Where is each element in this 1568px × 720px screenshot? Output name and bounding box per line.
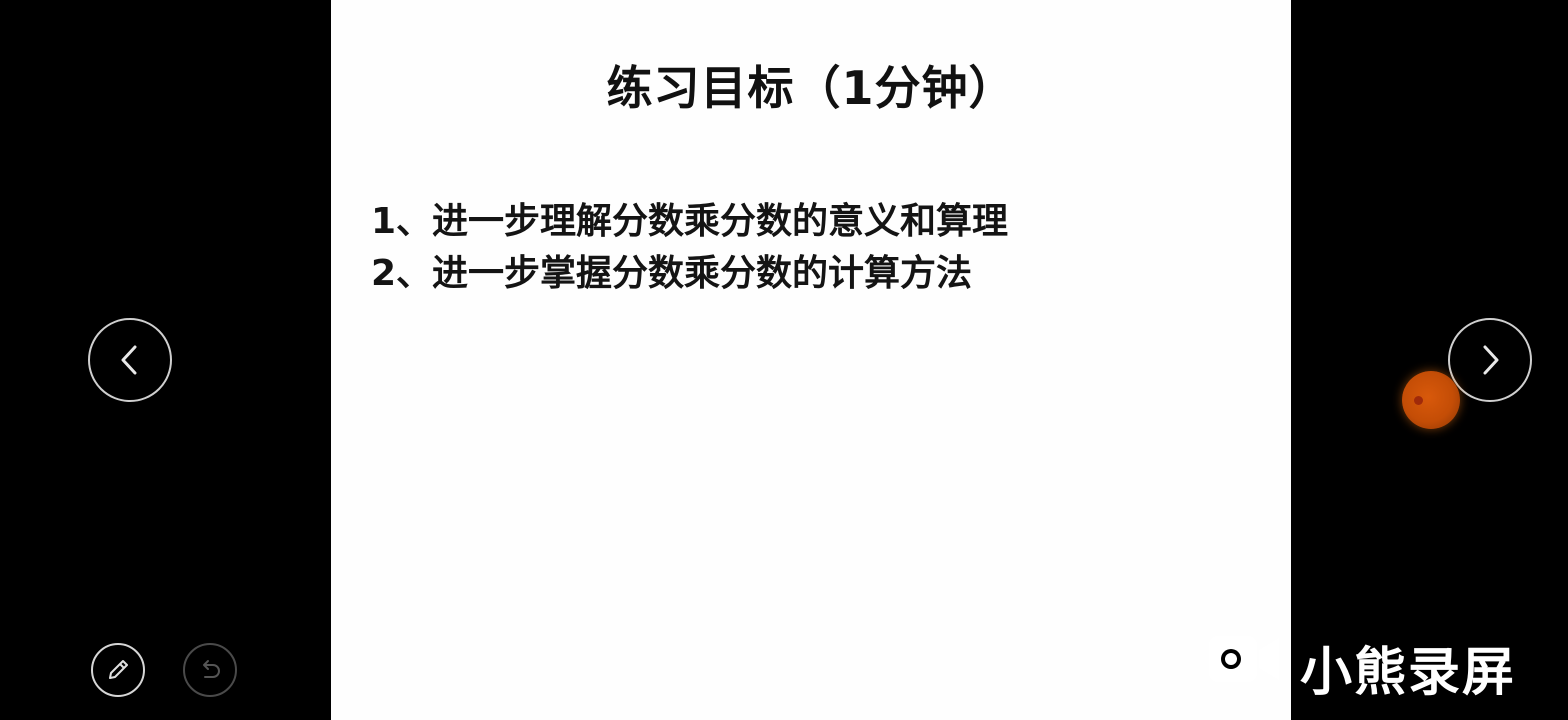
slide-title: 练习目标（1分钟）: [606, 61, 1016, 115]
undo-icon: [203, 660, 220, 678]
recording-floating-ball[interactable]: [1402, 371, 1460, 429]
video-camera-icon: [1209, 636, 1279, 682]
pen-icon: [109, 660, 128, 679]
chevron-right-icon: [1483, 345, 1499, 375]
recording-dot-icon: [1414, 396, 1423, 405]
recorder-watermark: 小熊录屏: [1206, 628, 1536, 703]
previous-slide-button[interactable]: [88, 318, 172, 402]
slide-bullet-2: 2、进一步掌握分数乘分数的计算方法: [371, 253, 973, 294]
undo-button[interactable]: [183, 643, 237, 697]
watermark-text: 小熊录屏: [1300, 643, 1517, 703]
pen-tool-button[interactable]: [91, 643, 145, 697]
slide-bullet-1: 1、进一步理解分数乘分数的意义和算理: [371, 201, 1009, 242]
next-slide-button[interactable]: [1448, 318, 1532, 402]
screen: 练习目标（1分钟） 1、进一步理解分数乘分数的意义和算理 2、进一步掌握分数乘分…: [0, 0, 1568, 720]
chevron-left-icon: [121, 345, 137, 375]
slide-page: 练习目标（1分钟） 1、进一步理解分数乘分数的意义和算理 2、进一步掌握分数乘分…: [331, 0, 1291, 720]
